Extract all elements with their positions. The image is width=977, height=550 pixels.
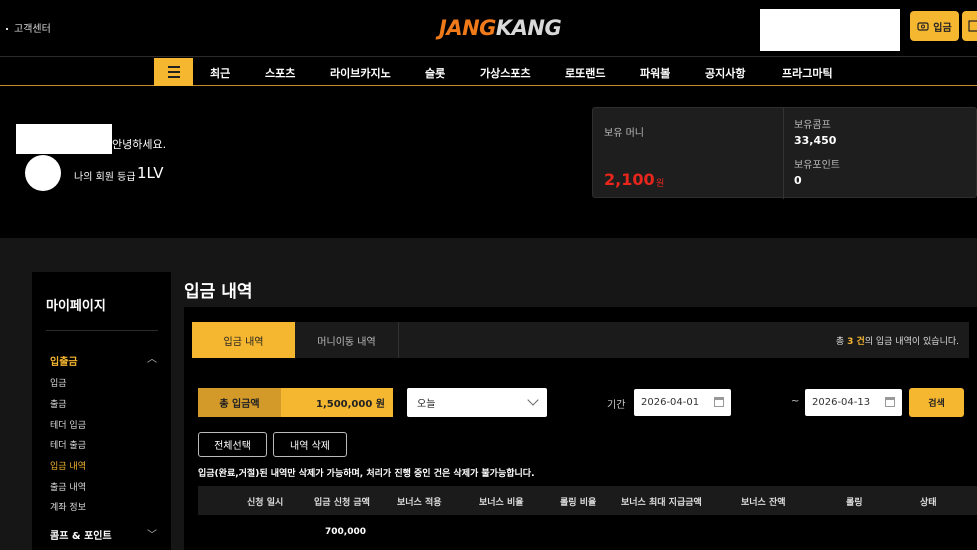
- delete-notice: 입금(완료,거절)된 내역만 삭제가 가능하며, 처리가 진행 중인 건은 삭제…: [198, 469, 535, 479]
- wallet-divider: [783, 108, 784, 199]
- username-mask: [16, 124, 112, 154]
- sidebar-item-tether-withdraw[interactable]: 테더 출금: [50, 438, 86, 451]
- table-header: 신청 일시 입금 신청 금액 보너스 적용 보너스 비율 롤링 비율 보너스 최…: [198, 486, 977, 515]
- sidebar-group-deposit-withdraw[interactable]: 입출금: [50, 353, 78, 368]
- nav-item-sports[interactable]: 스포츠: [265, 65, 295, 81]
- table-cell-amount: 700,000: [325, 527, 366, 537]
- th-bonus-balance: 보너스 잔액: [741, 498, 786, 508]
- sidebar-item-deposit-history[interactable]: 입금 내역: [50, 459, 86, 472]
- point-value: 0: [794, 174, 802, 187]
- logo-text-2: KANG: [495, 16, 562, 40]
- th-status: 상태: [920, 498, 937, 508]
- nav-item-notice[interactable]: 공지사항: [705, 65, 745, 81]
- count-prefix: 총: [835, 337, 845, 347]
- site-logo[interactable]: JANGKANG: [439, 16, 562, 40]
- transfer-icon: [968, 20, 977, 32]
- page-title: 입금 내역: [184, 282, 253, 302]
- th-bonus-applied: 보너스 적용: [397, 498, 442, 508]
- top-bar: 고객센터 JANGKANG 입금: [0, 0, 977, 57]
- nav-item-powerball[interactable]: 파워볼: [640, 65, 670, 81]
- wallet-panel: 보유 머니 2,100 원 보유콤프 33,450 보유포인트 0: [592, 107, 977, 199]
- point-label: 보유포인트: [794, 160, 840, 171]
- count-value: 3 건: [847, 337, 865, 347]
- mypage-sidebar: 마이페이지 입출금 ︿ 입금 출금 테더 입금 테더 출금 입금 내역 출금 내…: [32, 272, 171, 550]
- money-value: 2,100: [604, 170, 655, 189]
- chevron-down-icon: [527, 394, 539, 406]
- date-to-value: 2026-04-13: [812, 397, 871, 408]
- th-rolling: 롤링: [846, 498, 863, 508]
- chevron-down-icon[interactable]: ﹀: [147, 526, 157, 541]
- withdraw-button[interactable]: [962, 11, 977, 41]
- user-summary: 안녕하세요. 나의 회원 등급 1LV 보유 머니 2,100 원 보유콤프 3…: [0, 86, 977, 238]
- tab-deposit-history[interactable]: 입금 내역: [192, 322, 295, 358]
- total-deposit-label: 총 입금액: [198, 388, 281, 417]
- comp-label: 보유콤프: [794, 120, 831, 131]
- sidebar-item-tether-deposit[interactable]: 테더 입금: [50, 418, 86, 431]
- money-label: 보유 머니: [604, 128, 644, 139]
- nav-item-virtual-sports[interactable]: 가상스포츠: [480, 65, 531, 81]
- hamburger-menu-icon[interactable]: [154, 58, 193, 86]
- date-from-value: 2026-04-01: [641, 397, 700, 408]
- th-request-date: 신청 일시: [247, 498, 284, 508]
- nav-item-pragmatic[interactable]: 프라그마틱: [782, 65, 833, 81]
- greeting: 안녕하세요.: [112, 138, 167, 151]
- total-deposit-box: 총 입금액 1,500,000 원: [198, 388, 393, 417]
- select-all-button[interactable]: 전체선택: [198, 432, 267, 457]
- th-rolling-rate: 롤링 비율: [560, 498, 597, 508]
- account-info-mask: [760, 9, 900, 51]
- range-select[interactable]: 오늘: [407, 388, 547, 417]
- support-label: 고객센터: [14, 24, 51, 35]
- nav-item-slot[interactable]: 슬롯: [425, 65, 445, 81]
- date-to-input[interactable]: 2026-04-13: [805, 389, 902, 416]
- th-bonus-rate: 보너스 비율: [479, 498, 524, 508]
- deposit-button[interactable]: 입금: [910, 11, 959, 41]
- history-count: 총 3 건의 입금 내역이 있습니다.: [836, 334, 959, 347]
- count-suffix: 의 입금 내역이 있습니다.: [864, 337, 959, 347]
- logo-text-1: JANG: [439, 16, 496, 40]
- avatar: [25, 155, 61, 191]
- th-request-amount: 입금 신청 금액: [314, 498, 370, 508]
- period-label: 기간: [607, 400, 626, 411]
- range-select-value: 오늘: [417, 399, 436, 410]
- tab-money-transfer-history[interactable]: 머니이동 내역: [295, 322, 399, 358]
- sidebar-item-account-info[interactable]: 계좌 정보: [50, 500, 86, 513]
- date-from-input[interactable]: 2026-04-01: [634, 389, 731, 416]
- grade-label: 나의 회원 등급: [74, 172, 136, 183]
- delete-history-button[interactable]: 내역 삭제: [273, 432, 347, 457]
- sidebar-title: 마이페이지: [46, 299, 106, 314]
- money-unit: 원: [656, 179, 665, 189]
- th-bonus-max: 보너스 최대 지급금액: [621, 498, 702, 508]
- main-nav: 최근 스포츠 라이브카지노 슬롯 가상스포츠 로또랜드 파워볼 공지사항 프라그…: [0, 57, 977, 86]
- chevron-up-icon[interactable]: ︿: [147, 350, 157, 365]
- sidebar-item-deposit[interactable]: 입금: [50, 376, 67, 389]
- nav-item-recent[interactable]: 최근: [210, 65, 230, 81]
- nav-item-lotto-land[interactable]: 로또랜드: [565, 65, 605, 81]
- date-separator: ~: [791, 396, 800, 407]
- history-panel: 입금 내역 머니이동 내역 총 3 건의 입금 내역이 있습니다. 총 입금액 …: [184, 307, 977, 550]
- content-area: 마이페이지 입출금 ︿ 입금 출금 테더 입금 테더 출금 입금 내역 출금 내…: [0, 238, 977, 550]
- wallet-icon: [917, 22, 929, 31]
- bullet-icon: [6, 28, 8, 30]
- sidebar-item-withdraw[interactable]: 출금: [50, 397, 67, 410]
- grade-value: 1LV: [137, 164, 164, 182]
- comp-value: 33,450: [794, 134, 837, 147]
- nav-item-live-casino[interactable]: 라이브카지노: [330, 65, 391, 81]
- sidebar-group-comp-point[interactable]: 콤프 & 포인트: [50, 527, 112, 542]
- search-button[interactable]: 검색: [909, 388, 964, 417]
- tab-bar: 입금 내역 머니이동 내역 총 3 건의 입금 내역이 있습니다.: [192, 322, 969, 358]
- sidebar-item-withdraw-history[interactable]: 출금 내역: [50, 480, 86, 493]
- total-deposit-value: 1,500,000 원: [281, 388, 393, 417]
- customer-support-link[interactable]: 고객센터: [6, 20, 51, 35]
- calendar-icon: [714, 397, 724, 407]
- deposit-button-label: 입금: [933, 22, 952, 34]
- calendar-icon: [885, 397, 895, 407]
- sidebar-divider: [46, 330, 158, 331]
